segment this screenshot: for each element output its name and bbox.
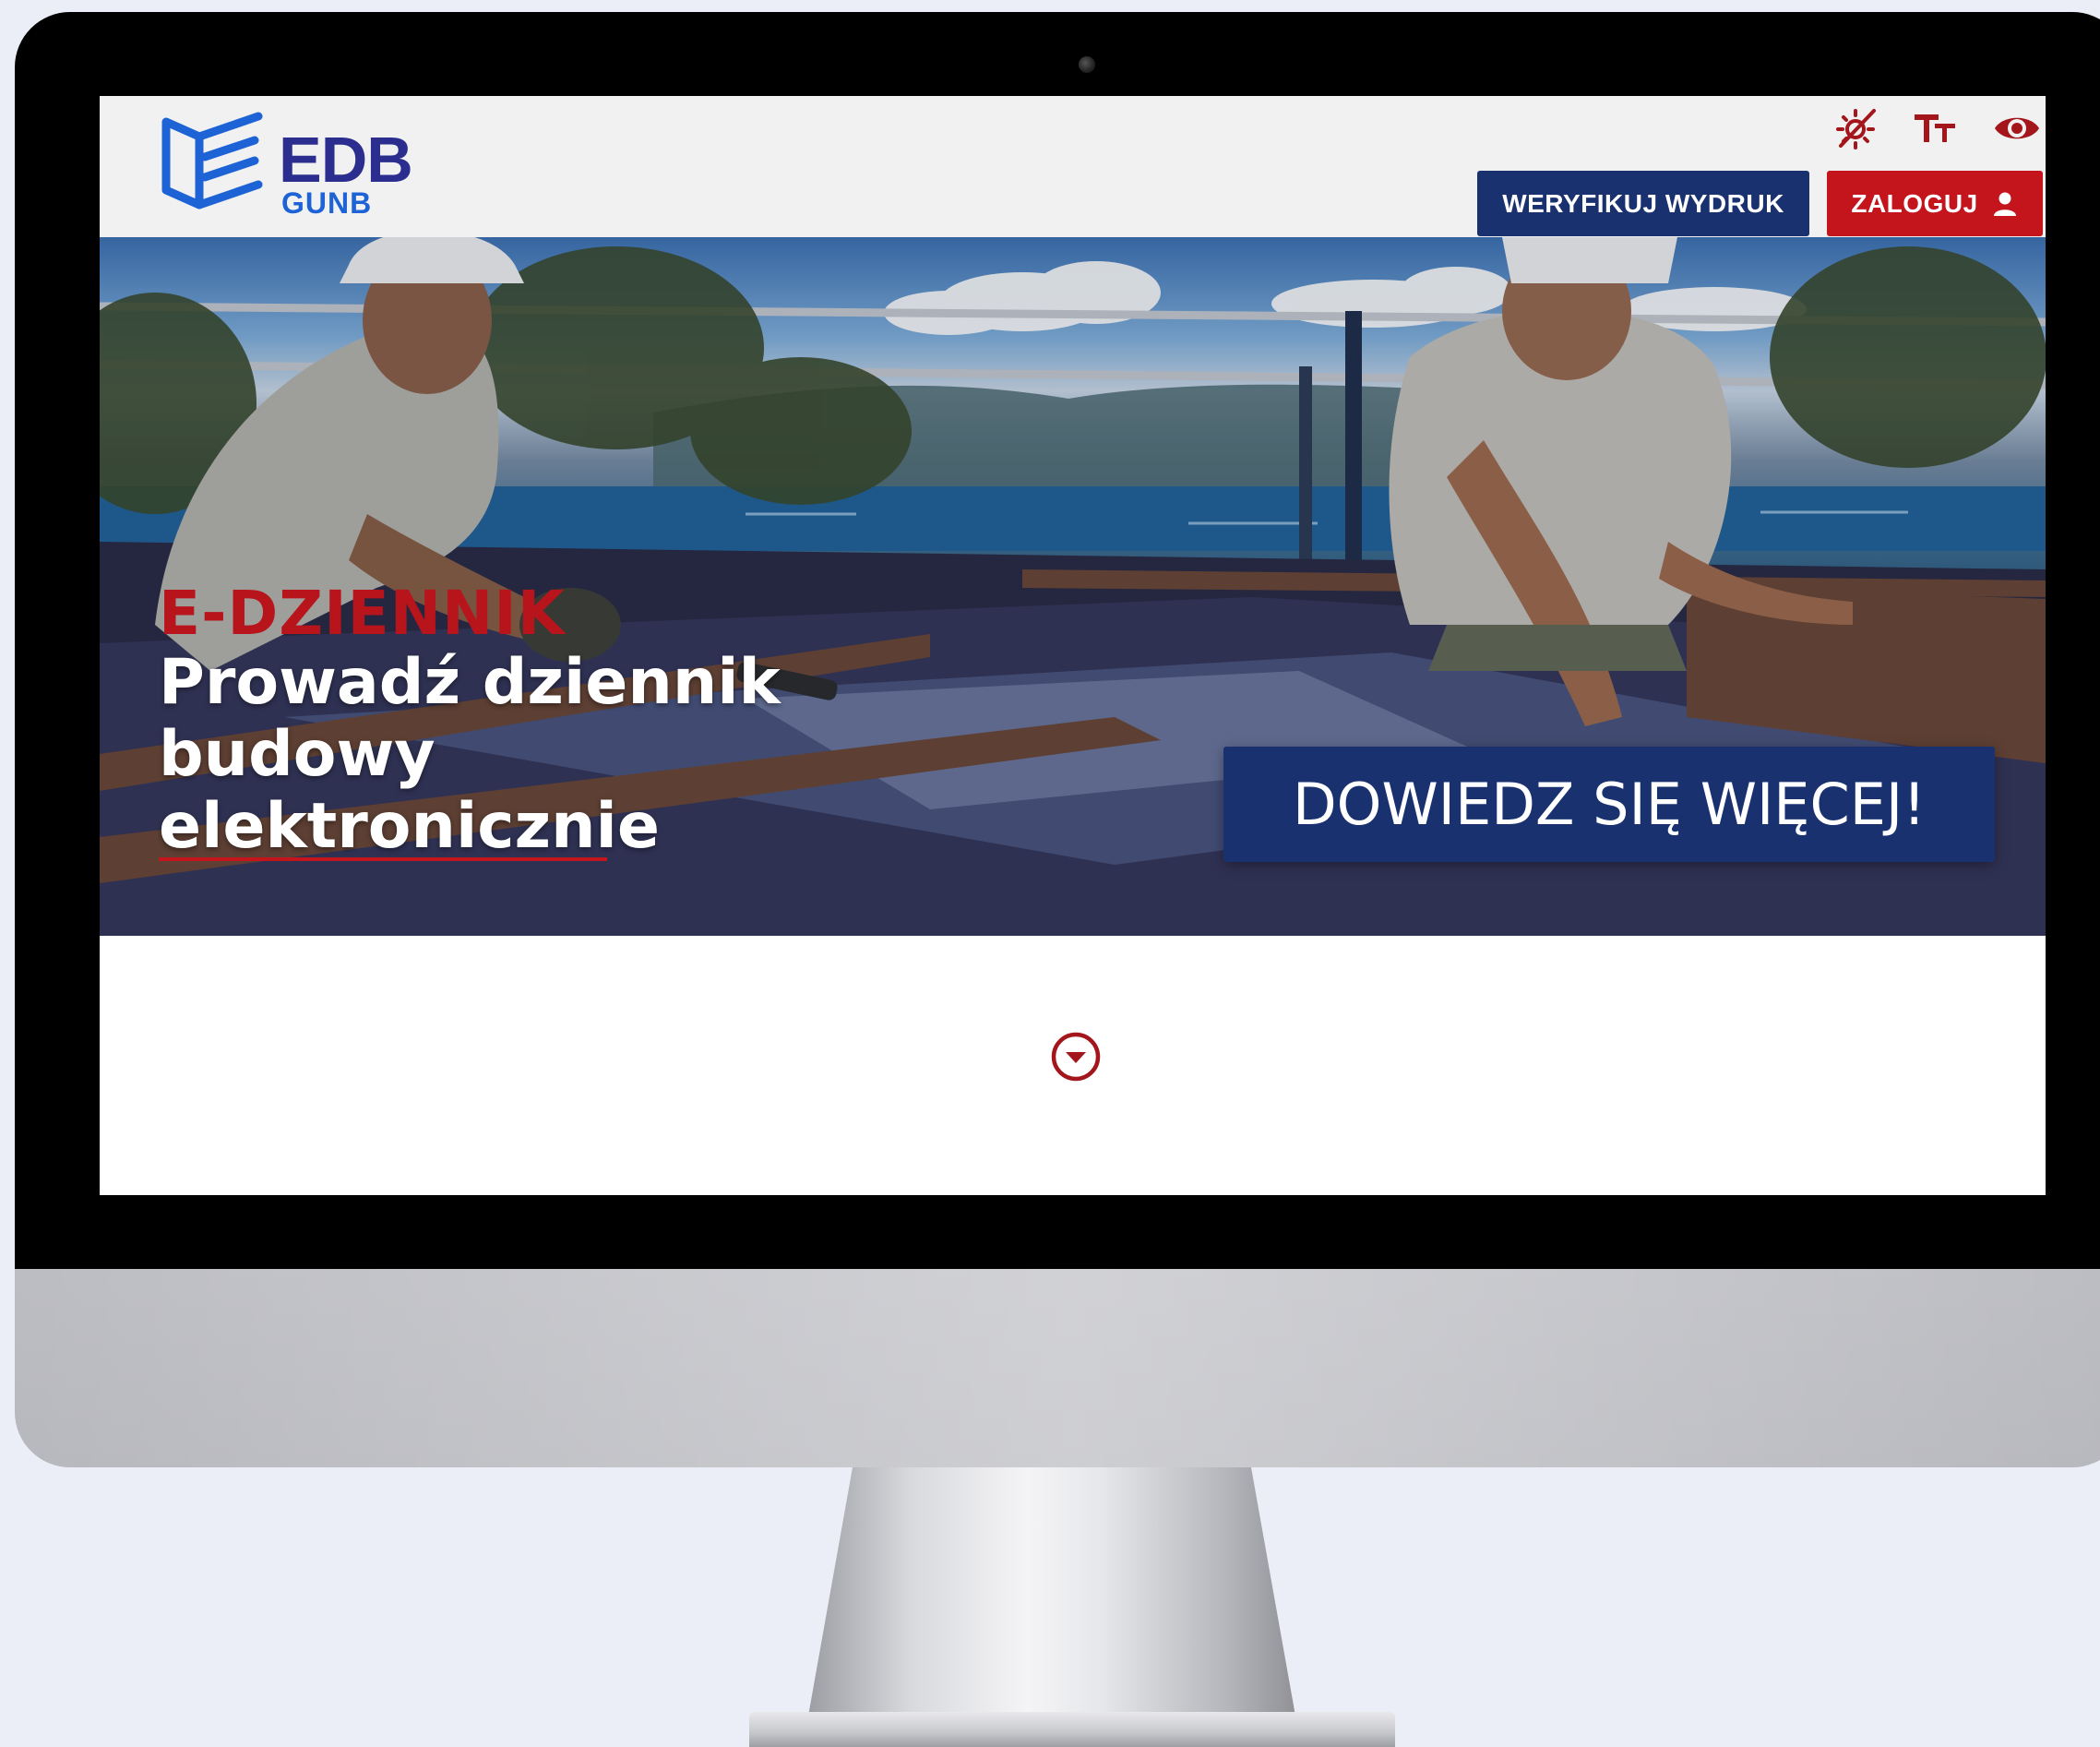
hero-title-line-3: elektronicznie: [159, 790, 660, 863]
text-size-icon[interactable]: [1911, 103, 1961, 153]
content-section: [100, 936, 2046, 1195]
chevron-down-circle-icon[interactable]: [1050, 1031, 1102, 1083]
user-icon: [1993, 192, 2016, 216]
logo[interactable]: EDB GUNB: [159, 109, 426, 220]
verify-printout-button[interactable]: WERYFIKUJ WYDRUK: [1477, 171, 1809, 236]
hero-title-line-1: Prowadź dziennik: [159, 646, 781, 719]
book-logo-icon: [161, 112, 263, 209]
monitor-stand-base: [749, 1712, 1395, 1747]
hero-title-line-2: budowy: [159, 718, 436, 791]
hero-banner: E-DZIENNIK Prowadź dziennik budowy elekt…: [100, 237, 2046, 936]
scene: EDB GUNB WERYFIKUJ WYDRUK ZALOGUJ E-DZIE…: [0, 0, 2100, 1747]
hero-kicker: E-DZIENNIK: [159, 578, 566, 649]
site-header: EDB GUNB WERYFIKUJ WYDRUK ZALOGUJ: [100, 96, 2046, 237]
login-button[interactable]: ZALOGUJ: [1827, 171, 2043, 236]
webcam-icon: [1079, 56, 1095, 73]
accessibility-toolbar: [1833, 103, 2046, 153]
eye-icon[interactable]: [1992, 103, 2042, 153]
contrast-off-icon[interactable]: [1833, 103, 1883, 153]
logo-subtitle: GUNB: [281, 186, 373, 220]
monitor-chin: [15, 1269, 2100, 1467]
logo-title: EDB: [279, 124, 413, 196]
hero-text: E-DZIENNIK Prowadź dziennik budowy elekt…: [159, 578, 823, 863]
verify-printout-label: WERYFIKUJ WYDRUK: [1502, 188, 1784, 218]
login-label: ZALOGUJ: [1851, 188, 1978, 218]
monitor-stand: [803, 1467, 1301, 1747]
learn-more-button[interactable]: DOWIEDZ SIĘ WIĘCEJ!: [1223, 747, 1995, 862]
screen: EDB GUNB WERYFIKUJ WYDRUK ZALOGUJ E-DZIE…: [100, 96, 2046, 1195]
learn-more-label: DOWIEDZ SIĘ WIĘCEJ!: [1292, 771, 1927, 838]
